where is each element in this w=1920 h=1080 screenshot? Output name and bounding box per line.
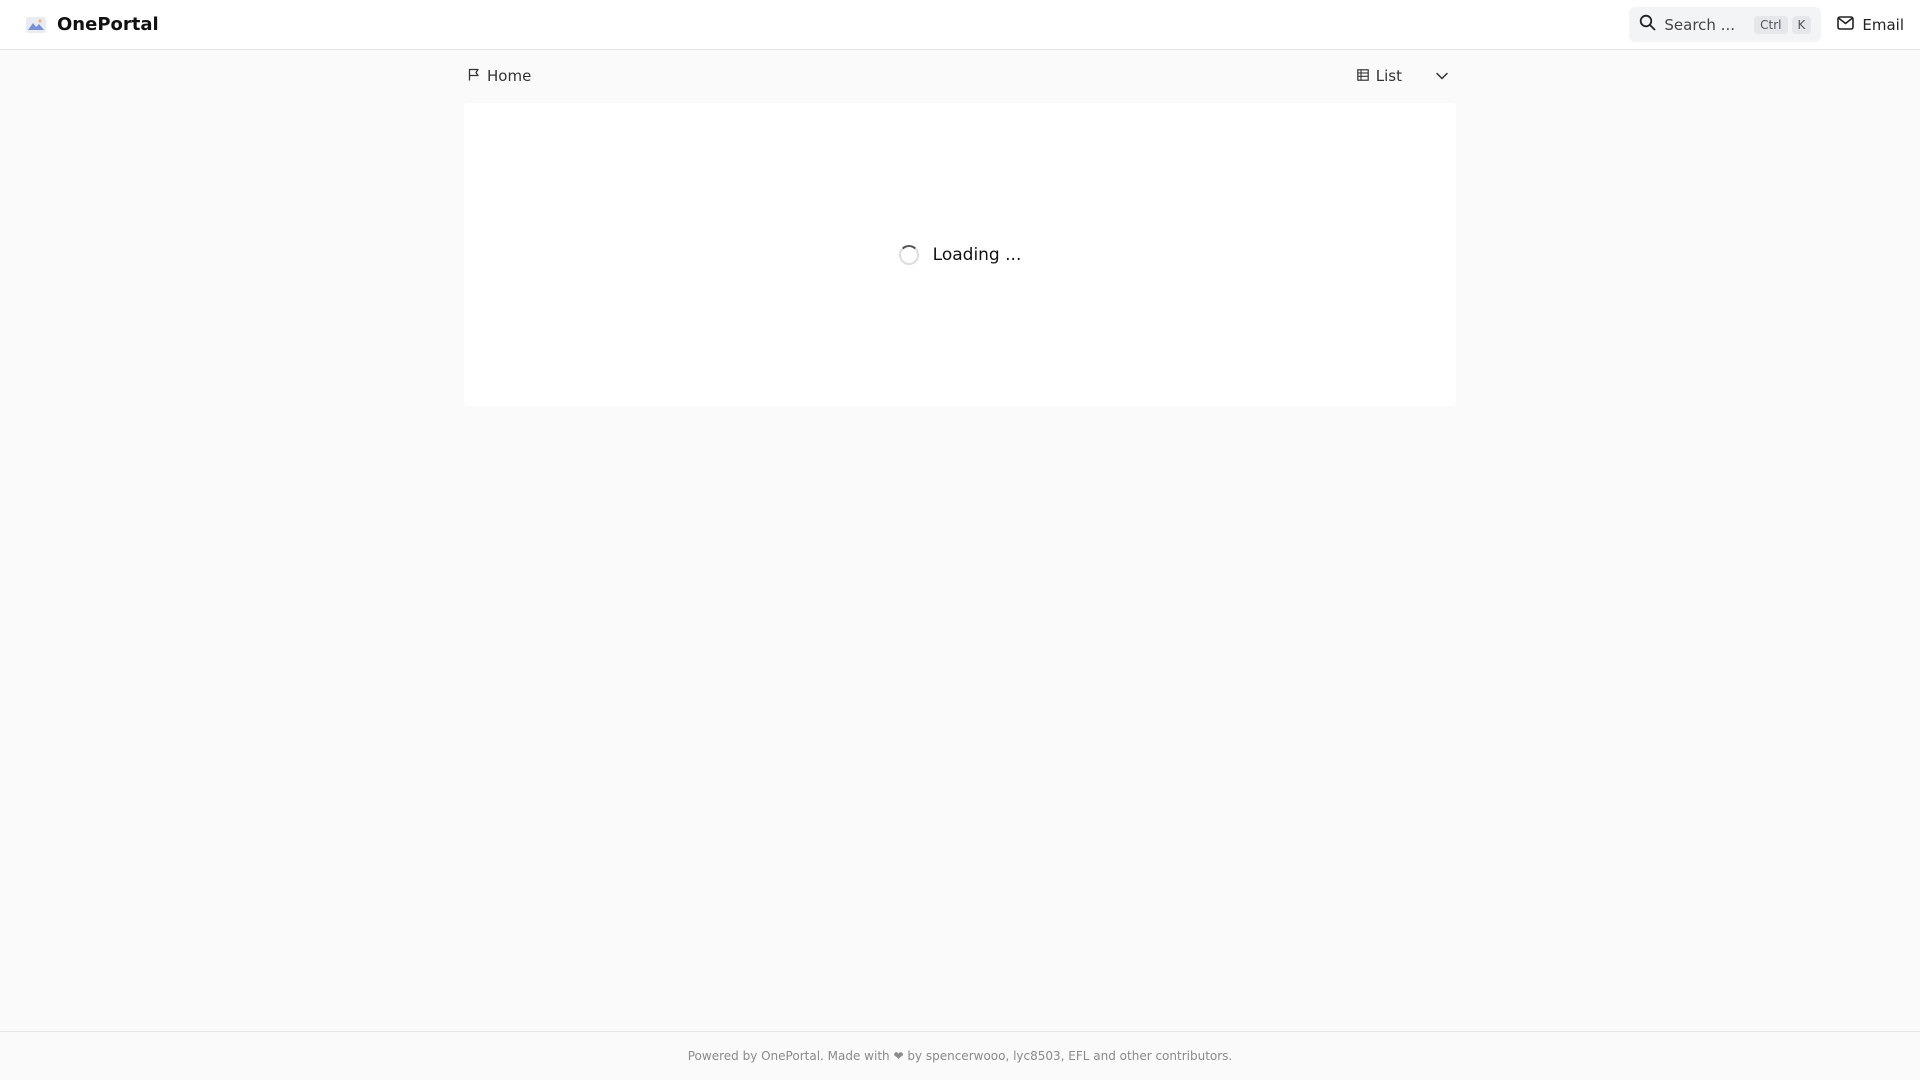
top-navbar: OnePortal Search ... Ctrl K Email bbox=[0, 0, 1920, 50]
chevron-down-icon[interactable] bbox=[1432, 72, 1452, 80]
view-mode-button[interactable]: List bbox=[1356, 67, 1402, 85]
navbar-actions: Search ... Ctrl K Email bbox=[1629, 7, 1904, 42]
shortcut-key-k: K bbox=[1791, 15, 1812, 34]
page-footer: Powered by OnePortal. Made with ❤ by spe… bbox=[0, 1031, 1920, 1080]
flag-icon bbox=[468, 67, 480, 85]
breadcrumb-label: Home bbox=[487, 67, 532, 85]
view-switcher: List bbox=[1356, 67, 1452, 85]
view-mode-label: List bbox=[1375, 67, 1402, 85]
brand-link[interactable]: OnePortal bbox=[25, 14, 159, 36]
email-link[interactable]: Email bbox=[1837, 16, 1904, 34]
shortcut-hint: Ctrl K bbox=[1754, 15, 1812, 34]
search-icon bbox=[1639, 14, 1656, 35]
breadcrumb-home[interactable]: Home bbox=[468, 67, 531, 85]
search-placeholder: Search ... bbox=[1664, 15, 1735, 34]
loading-text: Loading ... bbox=[932, 244, 1022, 265]
search-button[interactable]: Search ... Ctrl K bbox=[1629, 7, 1822, 42]
mail-icon bbox=[1837, 15, 1855, 34]
email-label: Email bbox=[1862, 15, 1904, 34]
portal-logo-icon bbox=[25, 14, 47, 36]
spinner-icon bbox=[898, 244, 919, 265]
brand-name: OnePortal bbox=[57, 14, 159, 35]
loading-indicator: Loading ... bbox=[898, 244, 1022, 265]
shortcut-key-ctrl: Ctrl bbox=[1754, 15, 1788, 34]
file-list-panel: Loading ... bbox=[464, 103, 1456, 406]
footer-text: Powered by OnePortal. Made with ❤ by spe… bbox=[687, 1049, 1233, 1063]
content-toolbar: Home List bbox=[464, 62, 1456, 90]
table-icon bbox=[1356, 67, 1369, 85]
